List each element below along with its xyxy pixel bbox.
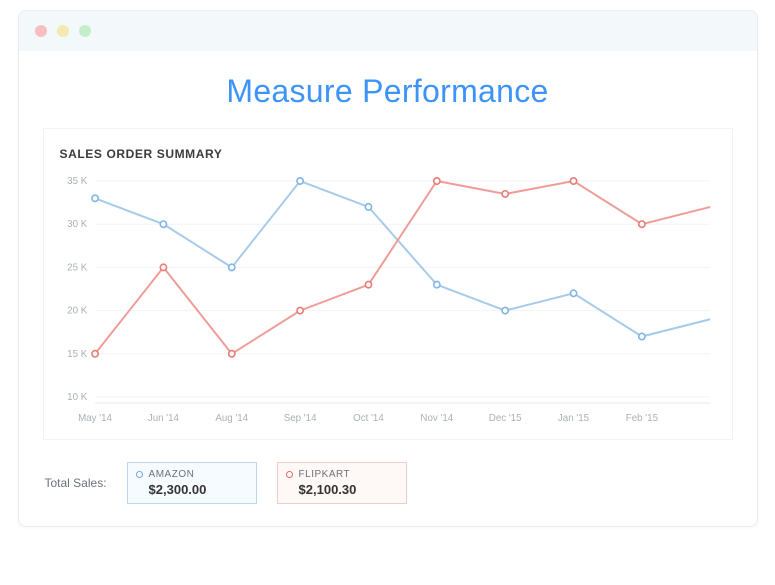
svg-text:Jun '14: Jun '14: [147, 413, 179, 424]
card-title: SALES ORDER SUMMARY: [60, 147, 716, 161]
svg-text:Jan '15: Jan '15: [557, 413, 589, 424]
legend-value: $2,100.30: [286, 482, 396, 497]
legend-flipkart[interactable]: FLIPKART $2,100.30: [277, 462, 407, 504]
page-title: Measure Performance: [19, 73, 757, 110]
legend-name: FLIPKART: [299, 469, 351, 480]
svg-text:Oct '14: Oct '14: [353, 413, 384, 424]
svg-text:Nov '14: Nov '14: [420, 413, 453, 424]
legend-name: AMAZON: [149, 469, 195, 480]
sales-line-chart: 35 K 30 K 25 K 20 K 15 K 10 K May '14 Jun '14 Au…: [56, 171, 720, 431]
svg-text:10 K: 10 K: [67, 392, 87, 403]
legend-amazon[interactable]: AMAZON $2,300.00: [127, 462, 257, 504]
svg-text:15 K: 15 K: [67, 349, 87, 360]
svg-text:35 K: 35 K: [67, 176, 87, 187]
circle-icon: [286, 471, 293, 478]
sales-summary-card: SALES ORDER SUMMARY 35 K 30 K 25 K 20 K 15 K…: [43, 128, 733, 440]
totals-label: Total Sales:: [45, 476, 107, 490]
close-icon[interactable]: [35, 25, 47, 37]
totals-row: Total Sales: AMAZON $2,300.00 FLIPKART $…: [45, 462, 731, 504]
svg-text:20 K: 20 K: [67, 306, 87, 317]
svg-text:Aug '14: Aug '14: [215, 413, 248, 424]
app-window: Measure Performance SALES ORDER SUMMARY …: [18, 10, 758, 527]
svg-text:May '14: May '14: [78, 413, 112, 424]
legend-value: $2,300.00: [136, 482, 246, 497]
svg-text:30 K: 30 K: [67, 219, 87, 230]
window-titlebar: [19, 11, 757, 51]
svg-text:Sep '14: Sep '14: [283, 413, 316, 424]
minimize-icon[interactable]: [57, 25, 69, 37]
svg-text:25 K: 25 K: [67, 262, 87, 273]
svg-text:Dec '15: Dec '15: [488, 413, 521, 424]
maximize-icon[interactable]: [79, 25, 91, 37]
svg-text:Feb '15: Feb '15: [625, 413, 658, 424]
circle-icon: [136, 471, 143, 478]
